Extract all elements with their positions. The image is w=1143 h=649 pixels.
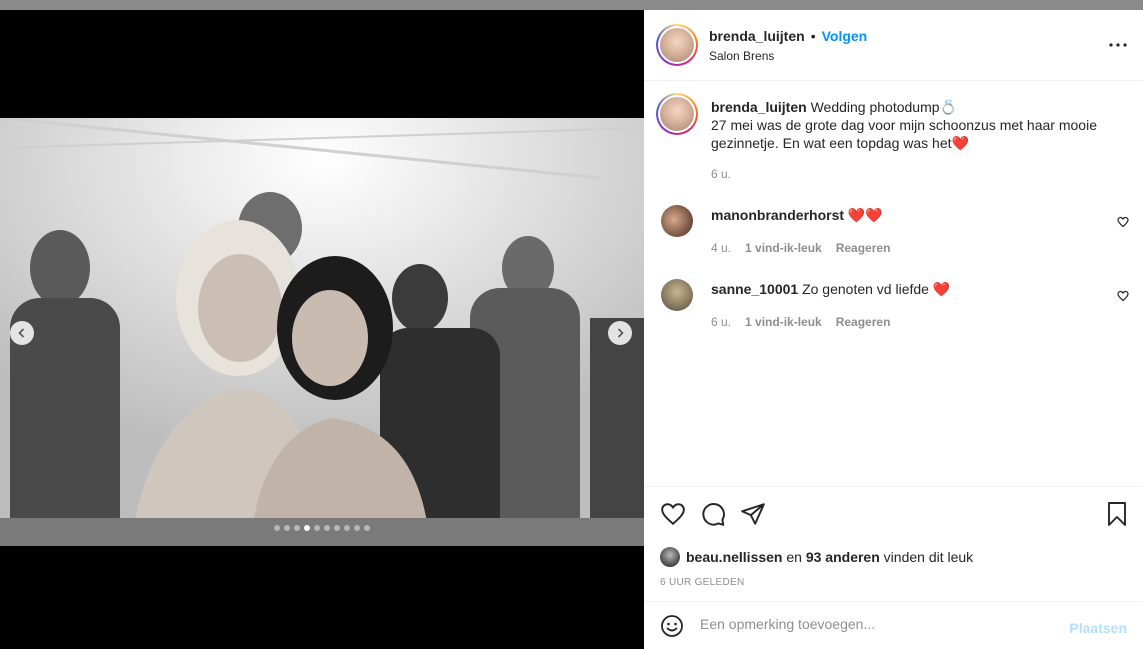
comment-text: ❤️❤️ [847, 207, 883, 223]
browser-top-strip [0, 0, 1143, 10]
liker-username[interactable]: beau.nellissen [686, 549, 782, 565]
comment-like-button[interactable] [1117, 215, 1129, 233]
emoji-icon [661, 615, 683, 637]
more-icon [1109, 43, 1127, 47]
carousel-dot [284, 525, 290, 531]
carousel-dot [364, 525, 370, 531]
comments-section: brenda_luijten Wedding photodump💍 27 mei… [644, 81, 1143, 486]
carousel-dot [294, 525, 300, 531]
author-username[interactable]: brenda_luijten [709, 28, 805, 44]
comment-input[interactable] [700, 612, 1060, 636]
save-button[interactable] [1105, 501, 1129, 532]
chevron-right-icon [617, 328, 624, 338]
carousel-dot [314, 525, 320, 531]
photo-illustration [0, 118, 644, 546]
comment-like-button[interactable] [1117, 289, 1129, 307]
comment-avatar[interactable] [661, 279, 693, 311]
reply-button[interactable]: Reageren [836, 241, 891, 255]
emoji-button[interactable] [660, 614, 684, 643]
share-icon [741, 503, 765, 525]
comment-text: Zo genoten vd liefde ❤️ [802, 281, 951, 297]
carousel-dot [274, 525, 280, 531]
caption: brenda_luijten Wedding photodump💍 27 mei… [711, 98, 1131, 152]
caption-line-3: gezinnetje. En wat een topdag was het❤️ [711, 135, 969, 151]
post-location[interactable]: Salon Brens [709, 49, 774, 63]
carousel-dot [324, 525, 330, 531]
more-options-button[interactable] [1109, 34, 1127, 52]
likes-count[interactable]: 93 anderen [806, 549, 880, 565]
comment-button[interactable] [700, 501, 726, 532]
post-comment-button[interactable]: Plaatsen [1069, 620, 1127, 636]
comment-body: manonbranderhorst ❤️❤️ [711, 206, 883, 224]
comment-meta: 6 u. 1 vind-ik-leuk Reageren [711, 315, 890, 329]
carousel-dot [304, 525, 310, 531]
likes-summary: beau.nellissen en 93 anderen vinden dit … [660, 547, 973, 567]
like-button[interactable] [660, 501, 686, 532]
prev-slide-button[interactable] [10, 321, 34, 345]
heart-icon [661, 503, 685, 526]
comment-time[interactable]: 4 u. [711, 241, 731, 255]
add-comment-bar: Plaatsen [644, 601, 1143, 649]
post-header: brenda_luijten • Volgen Salon Brens [644, 10, 1143, 81]
bookmark-icon [1108, 502, 1126, 526]
separator-dot: • [810, 28, 816, 44]
caption-time[interactable]: 6 u. [711, 167, 731, 181]
heart-icon [1117, 290, 1129, 302]
comment-username[interactable]: manonbranderhorst [711, 207, 844, 223]
chevron-left-icon [18, 328, 25, 338]
reply-button[interactable]: Reageren [836, 315, 891, 329]
caption-line-1: Wedding photodump💍 [810, 99, 957, 115]
likes-suffix: vinden dit leuk [883, 549, 974, 565]
next-slide-button[interactable] [608, 321, 632, 345]
comment-meta: 4 u. 1 vind-ik-leuk Reageren [711, 241, 890, 255]
comment-username[interactable]: sanne_10001 [711, 281, 798, 297]
carousel-dots [274, 525, 370, 531]
caption-author[interactable]: brenda_luijten [711, 99, 807, 115]
post-photo [0, 118, 644, 546]
comment-likes[interactable]: 1 vind-ik-leuk [745, 241, 822, 255]
caption-meta: 6 u. [711, 167, 731, 181]
caption-author-avatar[interactable] [656, 93, 698, 135]
likes-connector: en [786, 549, 802, 565]
follow-button[interactable]: Volgen [822, 28, 868, 44]
comment-icon [702, 503, 725, 526]
post-media [0, 10, 644, 649]
caption-line-2: 27 mei was de grote dag voor mijn schoon… [711, 117, 1097, 133]
share-button[interactable] [740, 501, 766, 532]
heart-icon [1117, 216, 1129, 228]
post-timestamp[interactable]: 6 UUR GELEDEN [660, 577, 744, 588]
liker-avatar[interactable] [660, 547, 680, 567]
comment-likes[interactable]: 1 vind-ik-leuk [745, 315, 822, 329]
carousel-dot [344, 525, 350, 531]
comment-time[interactable]: 6 u. [711, 315, 731, 329]
carousel-dot [334, 525, 340, 531]
author-avatar[interactable] [656, 24, 698, 66]
comment-body: sanne_10001 Zo genoten vd liefde ❤️ [711, 280, 950, 298]
carousel-dot [354, 525, 360, 531]
comment-avatar[interactable] [661, 205, 693, 237]
post-side-panel: brenda_luijten • Volgen Salon Brens bren… [644, 10, 1143, 649]
